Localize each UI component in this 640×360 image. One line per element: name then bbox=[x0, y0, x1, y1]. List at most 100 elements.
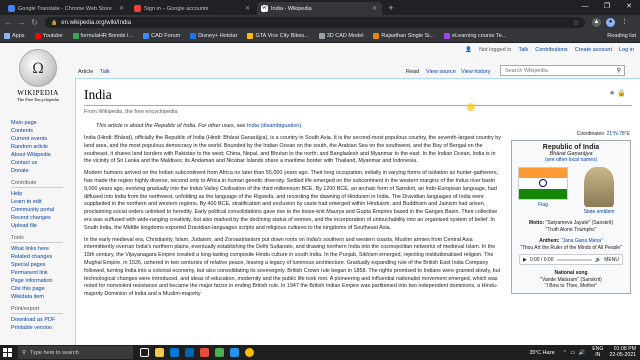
bookmark-youtube[interactable]: Youtube bbox=[34, 33, 63, 39]
sidebar-item-printable-version[interactable]: Printable version bbox=[11, 324, 71, 332]
reload-icon[interactable]: ↻ bbox=[30, 18, 39, 27]
sidebar-item-contents[interactable]: Contents bbox=[11, 127, 71, 135]
bookmark-3d-cad[interactable]: 3D CAD Model bbox=[318, 33, 363, 39]
tab-view-source[interactable]: View source bbox=[423, 69, 459, 78]
featured-star-icon[interactable]: ★ bbox=[609, 90, 615, 97]
region-code: IN bbox=[595, 351, 601, 358]
back-arrow-icon[interactable]: ← bbox=[4, 18, 13, 27]
tab-article[interactable]: Article bbox=[75, 69, 96, 78]
audio-menu-button[interactable]: MENU bbox=[604, 257, 619, 263]
bookmark-elearning[interactable]: eLearning course Te... bbox=[444, 33, 506, 39]
sidebar-item-wikidata-item[interactable]: Wikidata item bbox=[11, 293, 71, 301]
emblem-caption[interactable]: State emblem bbox=[574, 209, 624, 215]
new-tab-button[interactable]: + bbox=[386, 3, 396, 13]
flag-figure[interactable]: Flag bbox=[518, 167, 568, 215]
talk-link[interactable]: Talk bbox=[518, 47, 528, 53]
app-icon[interactable] bbox=[200, 348, 209, 357]
sidebar-item-what-links-here[interactable]: What links here bbox=[11, 245, 71, 253]
taskbar-search-input[interactable]: ⚲ Type here to search bbox=[18, 346, 133, 359]
create-account-link[interactable]: Create account bbox=[575, 47, 612, 53]
reading-list-button[interactable]: Reading list bbox=[607, 33, 636, 39]
extension-icon[interactable]: ▲ bbox=[592, 18, 601, 27]
profile-avatar-icon[interactable]: ● bbox=[606, 18, 615, 27]
tab-view-history[interactable]: View history bbox=[458, 69, 494, 78]
sidebar-item-learn-to-edit[interactable]: Learn to edit bbox=[11, 198, 71, 206]
tab-talk[interactable]: Talk bbox=[97, 69, 113, 78]
play-icon[interactable]: ▶ bbox=[523, 257, 527, 263]
task-view-icon[interactable] bbox=[140, 348, 149, 357]
sidebar-item-related-changes[interactable]: Related changes bbox=[11, 253, 71, 261]
log-in-link[interactable]: Log in bbox=[619, 47, 634, 53]
volume-icon[interactable]: 🔊 bbox=[595, 257, 601, 263]
forward-arrow-icon[interactable]: → bbox=[17, 18, 26, 27]
wikipedia-logo[interactable]: Ω WIKIPEDIA The Free Encyclopedia bbox=[8, 49, 68, 102]
sidebar-item-contact[interactable]: Contact us bbox=[11, 159, 71, 167]
sidebar-item-community-portal[interactable]: Community portal bbox=[11, 206, 71, 214]
search-icon[interactable]: ⚲ bbox=[617, 67, 621, 74]
emblem-figure[interactable]: State emblem bbox=[574, 167, 624, 215]
disambiguation-link[interactable]: India (disambiguation) bbox=[247, 123, 301, 129]
coordinates: Coordinates: 21°N 78°E bbox=[577, 131, 630, 137]
sidebar-item-upload-file[interactable]: Upload file bbox=[11, 222, 71, 230]
browser-tab[interactable]: Sign in – Google accounts ✕ bbox=[130, 2, 255, 15]
bookmark-rajasthan[interactable]: Rajasthan Single Si... bbox=[373, 33, 434, 39]
national-song-translation: "I Bow to Thee, Mother" bbox=[544, 283, 598, 289]
language-indicator[interactable]: ENG IN bbox=[592, 346, 603, 358]
close-tab-icon[interactable]: ✕ bbox=[371, 5, 378, 12]
tab-title: Sign in – Google accounts bbox=[144, 5, 209, 12]
close-window-button[interactable]: ✕ bbox=[618, 0, 640, 14]
minimize-window-button[interactable]: — bbox=[574, 0, 596, 14]
weather-widget[interactable]: 35°C Haze bbox=[529, 350, 554, 356]
flag-caption[interactable]: Flag bbox=[518, 202, 568, 208]
edge-icon[interactable] bbox=[170, 348, 179, 357]
bookmark-formulahr[interactable]: formulaHR Bonobi I... bbox=[72, 33, 133, 39]
close-tab-icon[interactable]: ✕ bbox=[118, 5, 125, 12]
audio-player[interactable]: ▶ 0:00 / 0:00 🔊 MENU bbox=[519, 254, 623, 265]
chrome-icon[interactable] bbox=[245, 348, 254, 357]
browser-tab[interactable]: Google Translate - Chrome Web Store ✕ bbox=[4, 2, 129, 15]
coordinates-link[interactable]: 21°N 78°E bbox=[607, 131, 630, 137]
app-icon[interactable] bbox=[215, 348, 224, 357]
national-song-label: National song bbox=[554, 270, 588, 276]
sidebar-item-about[interactable]: About Wikipedia bbox=[11, 151, 71, 159]
sidebar-item-download-pdf[interactable]: Download as PDF bbox=[11, 316, 71, 324]
protection-lock-icon[interactable]: 🔒 bbox=[617, 90, 626, 97]
wikipedia-page: Ω WIKIPEDIA The Free Encyclopedia Main p… bbox=[0, 43, 640, 345]
sidebar-item-main-page[interactable]: Main page bbox=[11, 119, 71, 127]
windows-start-icon[interactable] bbox=[3, 348, 12, 357]
bookmark-star-icon[interactable]: ☆ bbox=[573, 19, 579, 27]
tray-icons[interactable]: ⌃ ▭ 🔊 bbox=[563, 350, 587, 356]
bookmark-hotstar[interactable]: Disney+ Hotstar bbox=[190, 33, 237, 39]
audio-progress-bar[interactable] bbox=[556, 258, 593, 261]
sidebar-item-donate[interactable]: Donate bbox=[11, 167, 71, 175]
sidebar-item-random-article[interactable]: Random article bbox=[11, 143, 71, 151]
tab-read[interactable]: Read bbox=[403, 69, 422, 78]
wiki-search-input[interactable]: Search Wikipedia ⚲ bbox=[500, 65, 625, 76]
close-tab-icon[interactable]: ✕ bbox=[244, 5, 251, 12]
article-paragraph: In the early medieval era, Christianity,… bbox=[84, 236, 501, 298]
sidebar-item-current-events[interactable]: Current events bbox=[11, 135, 71, 143]
address-bar[interactable]: 🔒 en.wikipedia.org/wiki/India ☆ bbox=[45, 17, 585, 28]
sidebar-item-help[interactable]: Help bbox=[11, 190, 71, 198]
sidebar-item-cite-this-page[interactable]: Cite this page bbox=[11, 285, 71, 293]
sidebar-item-permanent-link[interactable]: Permanent link bbox=[11, 269, 71, 277]
motto-translation: "Truth Alone Triumphs" bbox=[545, 226, 597, 233]
maximize-window-button[interactable]: ❐ bbox=[596, 0, 618, 14]
file-explorer-icon[interactable] bbox=[155, 348, 164, 357]
app-icon[interactable] bbox=[230, 348, 239, 357]
contributions-link[interactable]: Contributions bbox=[535, 47, 567, 53]
other-local-names-link[interactable]: (see other local names) bbox=[545, 157, 597, 163]
sidebar-item-page-information[interactable]: Page information bbox=[11, 277, 71, 285]
store-icon[interactable] bbox=[185, 348, 194, 357]
clock[interactable]: 01:08 PM 22-05-2021 bbox=[609, 346, 636, 358]
sidebar-item-recent-changes[interactable]: Recent changes bbox=[11, 214, 71, 222]
anthem-link[interactable]: "Jana Gana Mana" bbox=[561, 238, 603, 244]
menu-kebab-icon[interactable]: ⋮ bbox=[620, 18, 629, 27]
bookmark-gta[interactable]: GTA Vice City Bikes... bbox=[247, 33, 309, 39]
sidebar-item-special-pages[interactable]: Special pages bbox=[11, 261, 71, 269]
infobox-title: Republic of India bbox=[542, 144, 600, 151]
coordinates-label: Coordinates: bbox=[576, 131, 606, 137]
browser-tab-active[interactable]: W India - Wikipedia ✕ bbox=[257, 2, 382, 15]
bookmark-apps[interactable]: Apps bbox=[4, 33, 25, 39]
bookmark-cad-forum[interactable]: CAD Forum bbox=[143, 33, 180, 39]
